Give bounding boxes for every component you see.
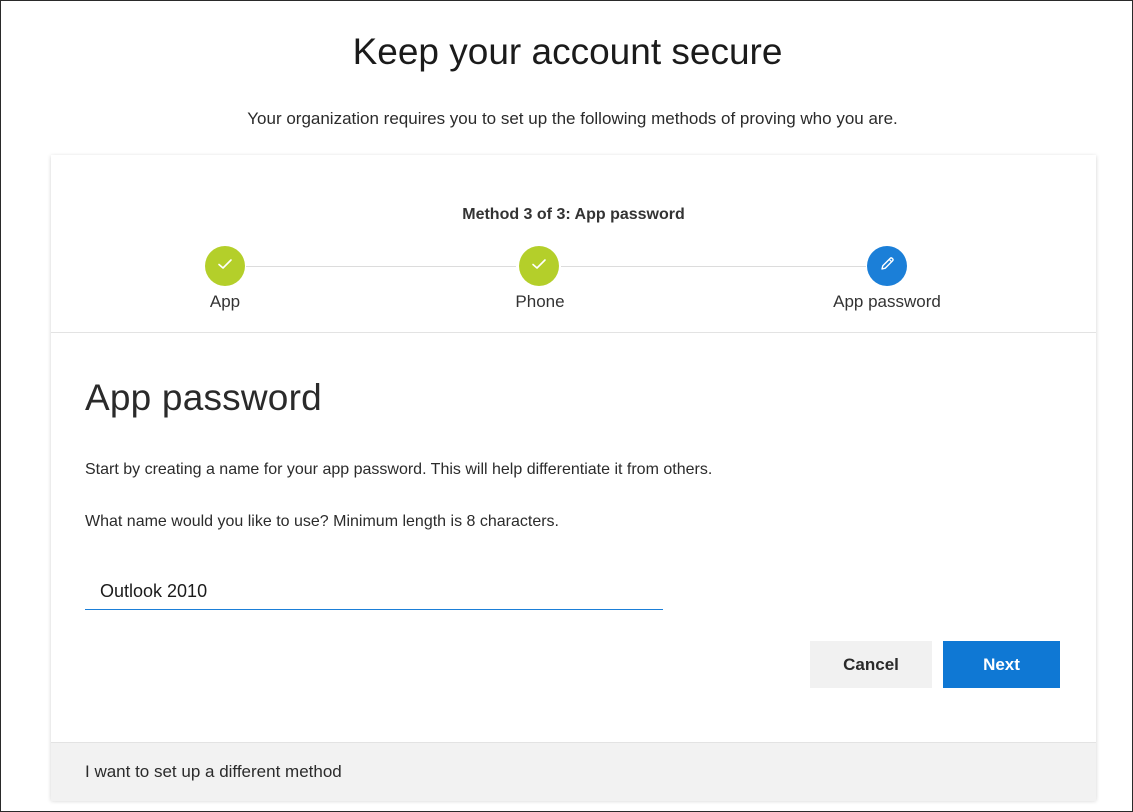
check-icon [217,257,233,276]
step-app-complete-indicator [205,246,245,286]
progress-connector [561,266,866,267]
page-subtitle: Your organization requires you to set up… [247,109,898,128]
step-label-phone: Phone [515,292,565,311]
app-window: Keep your account secure Your organizati… [0,0,1133,812]
cancel-button[interactable]: Cancel [810,641,932,688]
step-app-password-current-indicator [867,246,907,286]
check-icon [531,257,547,276]
footer-bar: I want to set up a different method [51,742,1096,801]
intro-text: Start by creating a name for your app pa… [85,461,713,478]
page-title: Keep your account secure [352,31,783,72]
progress-connector [246,266,516,267]
different-method-link[interactable]: I want to set up a different method [85,762,342,782]
method-progress: Method 3 of 3: App password App Phone Ap… [51,155,1096,333]
setup-card: Method 3 of 3: App password App Phone Ap… [51,155,1096,801]
step-phone-complete-indicator [519,246,559,286]
method-step-label: Method 3 of 3: App password [462,206,685,223]
pencil-icon [878,255,896,278]
app-password-name-input[interactable] [85,574,663,610]
step-label-app-password: App password [833,292,941,311]
next-button[interactable]: Next [943,641,1060,688]
app-password-name-label: What name would you like to use? Minimum… [85,513,559,530]
section-title: App password [85,377,322,418]
step-label-app: App [209,292,241,311]
